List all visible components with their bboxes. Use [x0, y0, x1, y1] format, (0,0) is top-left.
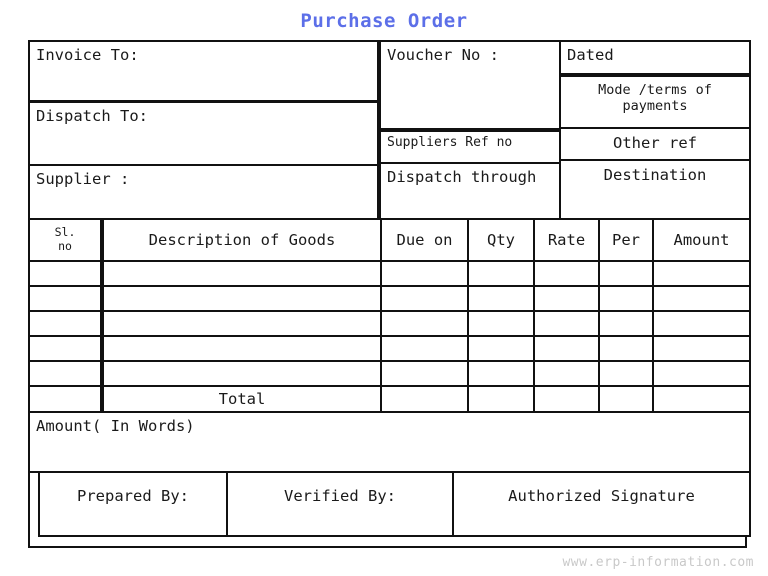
dated-field[interactable]: Dated — [559, 40, 751, 75]
mode-terms-of-payments-field[interactable]: Mode /terms of payments — [559, 75, 751, 129]
dispatch-through-label: Dispatch through — [387, 168, 537, 186]
total-row-per[interactable] — [598, 385, 654, 413]
column-header-amount: Amount — [652, 218, 751, 262]
suppliers-ref-no-field[interactable]: Suppliers Ref no — [379, 130, 561, 164]
supplier-label: Supplier : — [36, 170, 130, 188]
table-row[interactable] — [533, 310, 600, 337]
column-header-rate: Rate — [533, 218, 600, 262]
table-row[interactable] — [598, 335, 654, 362]
table-row[interactable] — [28, 360, 102, 387]
total-row-qty[interactable] — [467, 385, 535, 413]
table-row[interactable] — [28, 285, 102, 312]
table-row[interactable] — [533, 285, 600, 312]
dispatch-to-field[interactable]: Dispatch To: — [28, 101, 379, 166]
total-row-due-on[interactable] — [380, 385, 469, 413]
column-header-sl-no: Sl. no — [28, 218, 102, 262]
table-row[interactable] — [652, 310, 751, 337]
table-row[interactable] — [28, 260, 102, 287]
table-row[interactable] — [380, 360, 469, 387]
total-row-label: Total — [102, 385, 382, 413]
table-row[interactable] — [102, 310, 382, 337]
table-row[interactable] — [652, 285, 751, 312]
table-row[interactable] — [652, 260, 751, 287]
other-ref-label: Other ref — [613, 134, 697, 152]
total-row-rate[interactable] — [533, 385, 600, 413]
table-row[interactable] — [102, 360, 382, 387]
table-row[interactable] — [652, 360, 751, 387]
table-row[interactable] — [598, 310, 654, 337]
table-row[interactable] — [102, 335, 382, 362]
purchase-order-form: Invoice To: Dispatch To: Supplier : Vouc… — [28, 40, 751, 548]
amount-in-words-field[interactable]: Amount( In Words) — [28, 411, 751, 473]
table-row[interactable] — [467, 335, 535, 362]
table-row[interactable] — [598, 360, 654, 387]
table-row[interactable] — [467, 260, 535, 287]
voucher-no-field[interactable]: Voucher No : — [379, 40, 561, 130]
total-row-amount[interactable] — [652, 385, 751, 413]
table-row[interactable] — [533, 360, 600, 387]
table-row[interactable] — [380, 310, 469, 337]
invoice-to-label: Invoice To: — [36, 46, 139, 64]
suppliers-ref-no-label: Suppliers Ref no — [387, 135, 513, 150]
table-row[interactable] — [28, 335, 102, 362]
column-header-description: Description of Goods — [102, 218, 382, 262]
verified-by-label: Verified By: — [284, 487, 396, 505]
dated-label: Dated — [567, 46, 614, 64]
prepared-by-label: Prepared By: — [77, 487, 189, 505]
site-watermark: www.erp-information.com — [562, 555, 754, 570]
column-header-qty: Qty — [467, 218, 535, 262]
authorized-signature-label: Authorized Signature — [508, 487, 695, 505]
table-row[interactable] — [533, 335, 600, 362]
destination-field[interactable]: Destination — [559, 159, 751, 220]
other-ref-field[interactable]: Other ref — [559, 127, 751, 161]
table-row[interactable] — [652, 335, 751, 362]
table-row[interactable] — [380, 260, 469, 287]
table-row[interactable] — [380, 285, 469, 312]
destination-label: Destination — [603, 166, 707, 184]
prepared-by-field[interactable]: Prepared By: — [38, 471, 228, 537]
amount-in-words-label: Amount( In Words) — [36, 417, 195, 435]
mode-terms-of-payments-label: Mode /terms of payments — [598, 82, 712, 115]
table-row[interactable] — [598, 260, 654, 287]
authorized-signature-field[interactable]: Authorized Signature — [452, 471, 751, 537]
invoice-to-field[interactable]: Invoice To: — [28, 40, 379, 102]
column-header-due-on: Due on — [380, 218, 469, 262]
table-row[interactable] — [380, 335, 469, 362]
column-header-per: Per — [598, 218, 654, 262]
page-title: Purchase Order — [300, 10, 468, 32]
table-row[interactable] — [102, 260, 382, 287]
dispatch-through-field[interactable]: Dispatch through — [379, 162, 561, 220]
verified-by-field[interactable]: Verified By: — [226, 471, 454, 537]
dispatch-to-label: Dispatch To: — [36, 107, 148, 125]
supplier-field[interactable]: Supplier : — [28, 164, 379, 220]
table-row[interactable] — [533, 260, 600, 287]
table-row[interactable] — [467, 360, 535, 387]
table-row[interactable] — [598, 285, 654, 312]
table-row[interactable] — [467, 310, 535, 337]
voucher-no-label: Voucher No : — [387, 46, 499, 64]
table-row[interactable] — [28, 310, 102, 337]
table-row[interactable] — [467, 285, 535, 312]
total-row-sl-no — [28, 385, 102, 413]
table-row[interactable] — [102, 285, 382, 312]
